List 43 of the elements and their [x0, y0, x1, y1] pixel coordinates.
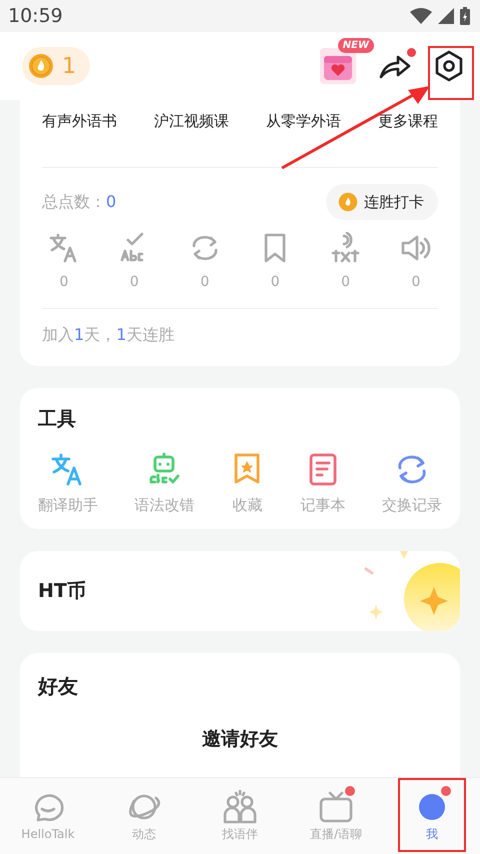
streak-badge[interactable]: 1 — [22, 47, 90, 85]
coin-card[interactable]: HT币 — [20, 551, 460, 631]
course-link[interactable]: 从零学外语 — [266, 112, 341, 131]
course-link[interactable]: 有声外语书 — [42, 112, 117, 131]
nav-tab[interactable]: 我 — [387, 790, 477, 842]
nav-tab[interactable]: HelloTalk — [3, 791, 93, 841]
tool-item[interactable]: 语法改错 — [134, 452, 194, 515]
tool-item[interactable]: 交换记录 — [382, 452, 442, 515]
wifi-icon — [410, 8, 432, 24]
counter-value: 0 — [60, 274, 68, 290]
flame-coin-icon — [28, 53, 54, 79]
voice-text-icon — [330, 232, 362, 264]
people-icon — [221, 790, 259, 824]
checkin-button[interactable]: 连胜打卡 — [326, 184, 438, 220]
counter-value: 0 — [341, 274, 350, 290]
friends-title: 好友 — [36, 673, 79, 700]
points-label: 总点数：0 — [42, 192, 116, 212]
tv-icon — [317, 790, 355, 824]
flame-coin-icon — [338, 192, 358, 212]
coin-title: HT币 — [37, 579, 86, 604]
counter-value: 0 — [200, 274, 210, 290]
course-link[interactable]: 更多课程 — [378, 112, 438, 131]
signal-icon — [438, 8, 454, 24]
streak-summary: 加入1天，1天连胜 — [42, 324, 176, 346]
counter-value: 0 — [411, 274, 420, 290]
highlight-frame — [428, 46, 474, 100]
tool-item[interactable]: 翻译助手 — [38, 452, 98, 515]
invite-friends-heading[interactable]: 邀请好友 — [202, 726, 278, 752]
tools-title: 工具 — [37, 407, 77, 432]
gift-button[interactable]: NEW — [320, 38, 374, 84]
status-time: 10:59 — [8, 5, 63, 27]
nav-tab[interactable]: 动态 — [99, 790, 189, 842]
course-link[interactable]: 沪江视频课 — [154, 112, 229, 131]
counter-value: 0 — [270, 274, 280, 290]
new-badge: NEW — [338, 38, 374, 53]
counter-value: 0 — [130, 274, 139, 290]
battery-icon — [460, 7, 470, 25]
nav-tab[interactable]: 找语伴 — [195, 790, 285, 842]
streak-count: 1 — [62, 54, 76, 78]
nav-tab[interactable]: 直播/语聊 — [291, 790, 381, 842]
tool-item[interactable]: 记事本 — [300, 452, 346, 515]
tool-item[interactable]: 收藏 — [230, 452, 264, 515]
settings-icon[interactable] — [434, 50, 464, 82]
